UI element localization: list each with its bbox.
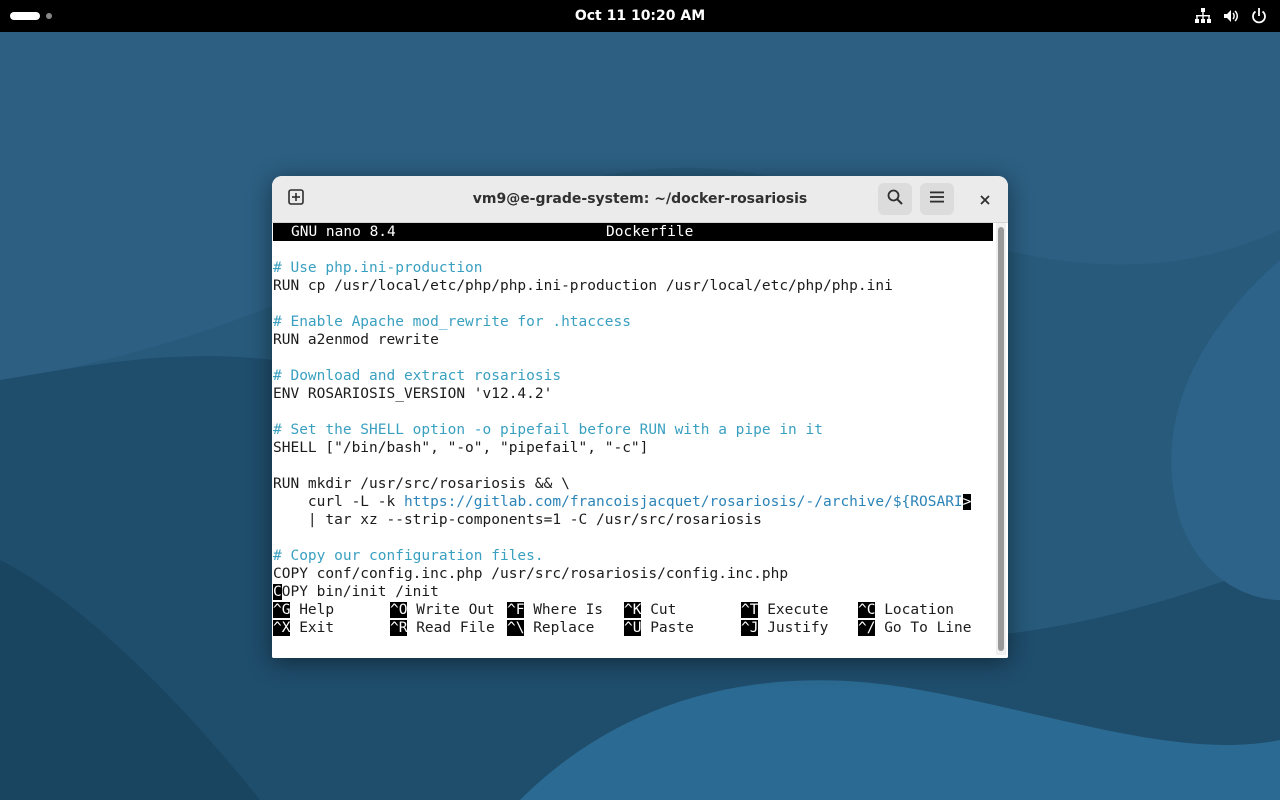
volume-icon (1222, 7, 1240, 25)
shortcut-key: ^X (273, 620, 291, 636)
comment-line: # Use php.ini-production (273, 260, 483, 276)
shortcut-where-is: ^F Where Is (507, 601, 603, 619)
network-icon (1194, 7, 1212, 25)
code-line: RUN a2enmod rewrite (273, 332, 439, 348)
shortcut-label: Replace (533, 620, 595, 636)
shortcut-label: Read File (416, 620, 495, 636)
menu-icon (928, 188, 946, 210)
close-button[interactable] (973, 188, 997, 212)
scrollbar-thumb[interactable] (998, 227, 1004, 651)
shortcut-key: ^/ (858, 620, 876, 636)
comment-line: # Copy our configuration files. (273, 548, 544, 564)
code-line: RUN cp /usr/local/etc/php/php.ini-produc… (273, 278, 893, 294)
workspace-indicator (46, 13, 52, 19)
comment-line: # Download and extract rosariosis (273, 368, 562, 384)
close-icon (979, 191, 991, 210)
code-line: SHELL ["/bin/bash", "-o", "pipefail", "-… (273, 440, 649, 456)
shortcut-label: Justify (767, 620, 829, 636)
shortcut-key: ^T (741, 602, 759, 618)
shortcut-key: ^J (741, 620, 759, 636)
nano-title-bar: GNU nano 8.4 Dockerfile (273, 223, 993, 241)
copy-init-text: OPY bin/init /init (281, 584, 439, 600)
top-bar: Oct 11 10:20 AM (0, 0, 1280, 32)
window-headerbar: vm9@e-grade-system: ~/docker-rosariosis (272, 176, 1008, 223)
shortcut-paste: ^U Paste (624, 619, 694, 637)
shortcut-key: ^F (507, 602, 525, 618)
shortcut-help: ^G Help (273, 601, 334, 619)
shortcut-label: Paste (650, 620, 694, 636)
clock[interactable]: Oct 11 10:20 AM (540, 0, 740, 32)
shortcut-exit: ^X Exit (273, 619, 334, 637)
shortcut-key: ^O (390, 602, 408, 618)
tar-line: | tar xz --strip-components=1 -C /usr/sr… (273, 512, 762, 528)
shortcut-replace: ^\ Replace (507, 619, 594, 637)
shortcut-label: Exit (299, 620, 335, 636)
shortcut-read-file: ^R Read File (390, 619, 495, 637)
activities-indicator[interactable] (10, 9, 60, 23)
shortcut-label: Write Out (416, 602, 495, 618)
shortcut-key: ^U (624, 620, 642, 636)
shortcut-write-out: ^O Write Out (390, 601, 495, 619)
curl-line: curl -L -k https://gitlab.com/francoisja… (273, 493, 972, 511)
shortcut-cut: ^K Cut (624, 601, 676, 619)
power-icon (1250, 7, 1268, 25)
code-line: ENV ROSARIOSIS_VERSION 'v12.4.2' (273, 386, 553, 402)
nano-version: GNU nano 8.4 (291, 224, 396, 240)
copy-config-line: COPY conf/config.inc.php /usr/src/rosari… (273, 566, 789, 582)
comment-line: # Set the SHELL option -o pipefail befor… (273, 422, 823, 438)
shortcut-key: ^K (624, 602, 642, 618)
terminal-scrollbar[interactable] (996, 223, 1006, 655)
new-tab-button[interactable] (279, 183, 313, 215)
shortcut-key: ^\ (507, 620, 525, 636)
terminal-window: vm9@e-grade-system: ~/docker-rosariosis … (272, 176, 1008, 658)
new-tab-icon (287, 188, 305, 210)
workspace-active-indicator (10, 12, 40, 20)
shortcut-key: ^R (390, 620, 408, 636)
search-button[interactable] (878, 183, 912, 215)
shortcut-location: ^C Location (858, 601, 954, 619)
curl-command: curl -L -k (273, 494, 404, 510)
code-line: RUN mkdir /usr/src/rosariosis && \ (273, 476, 570, 492)
shortcut-label: Execute (767, 602, 829, 618)
main-menu-button[interactable] (920, 183, 954, 215)
shortcut-label: Cut (650, 602, 677, 618)
shortcut-label: Location (884, 602, 955, 618)
search-icon (886, 188, 904, 210)
shortcut-label: Go To Line (884, 620, 972, 636)
window-title: vm9@e-grade-system: ~/docker-rosariosis (472, 191, 808, 207)
shortcut-execute: ^T Execute (741, 601, 828, 619)
shortcut-key: ^G (273, 602, 291, 618)
shortcut-label: Where Is (533, 602, 604, 618)
text-cursor: C (273, 584, 282, 600)
line-truncation-marker: > (962, 494, 972, 510)
terminal-content[interactable]: GNU nano 8.4 Dockerfile # Use php.ini-pr… (272, 223, 1008, 658)
shortcut-justify: ^J Justify (741, 619, 828, 637)
curl-url: https://gitlab.com/francoisjacquet/rosar… (403, 494, 963, 510)
system-tray[interactable] (1194, 7, 1268, 25)
shortcut-label: Help (299, 602, 335, 618)
shortcut-key: ^C (858, 602, 876, 618)
copy-init-line: COPY bin/init /init (273, 583, 439, 601)
nano-filename: Dockerfile (606, 224, 694, 240)
comment-line: # Enable Apache mod_rewrite for .htacces… (273, 314, 631, 330)
shortcut-go-to-line: ^/ Go To Line (858, 619, 972, 637)
